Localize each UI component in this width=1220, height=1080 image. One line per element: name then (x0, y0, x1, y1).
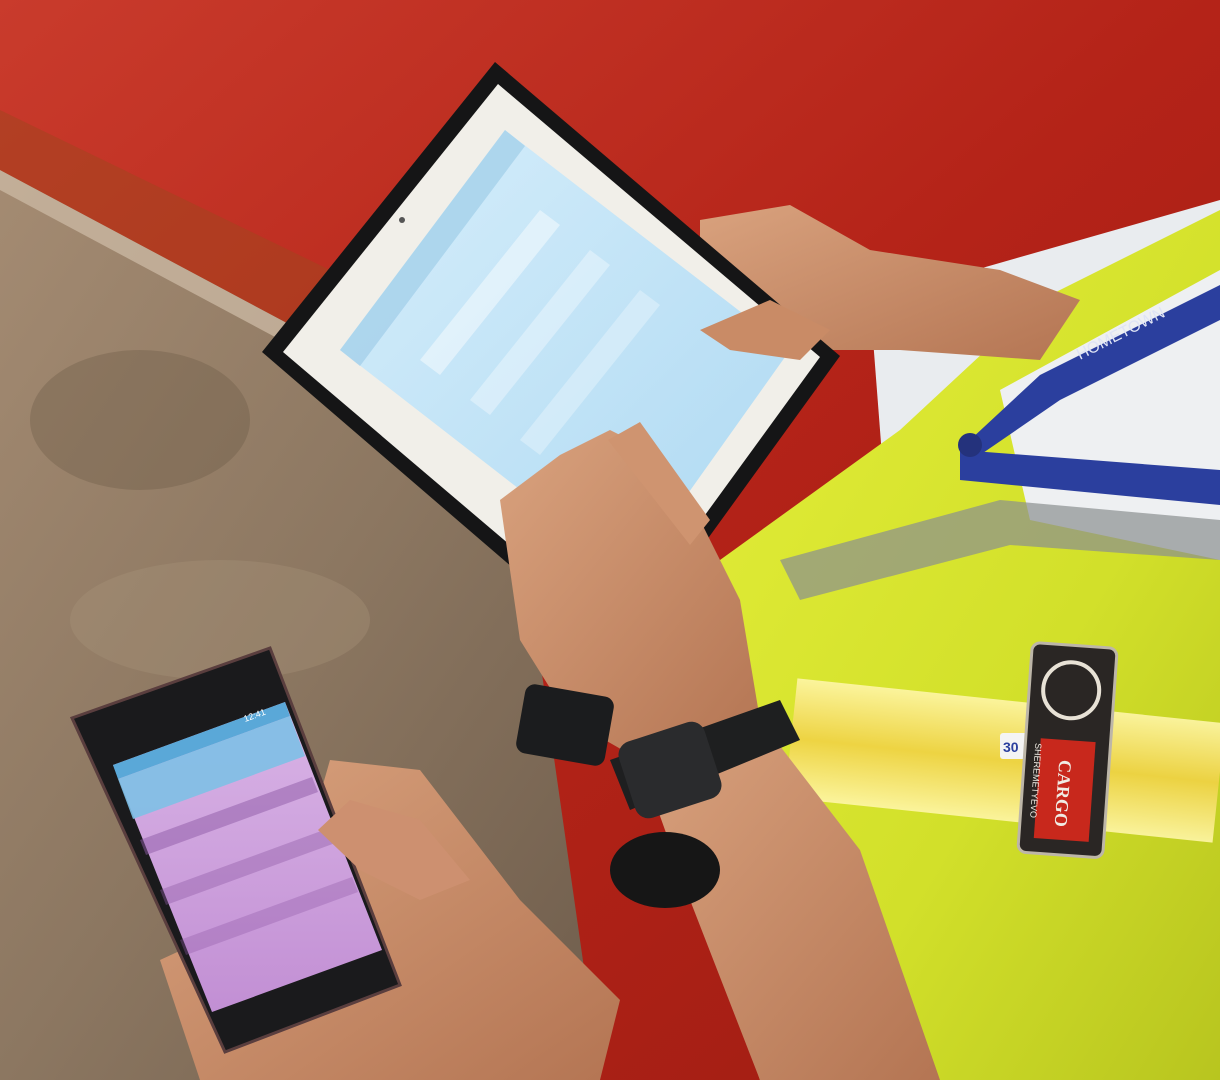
lanyard-clip (958, 433, 982, 457)
sticker-text: 30 (1003, 739, 1019, 755)
sheremetyevo-cargo-patch: SHEREMETYEVO CARGO (1016, 641, 1119, 859)
floor-stain (70, 560, 370, 680)
photo-scene: HOMETOWN 30 SHEREMETYEVO CARGO 12:41 (0, 0, 1220, 1080)
floor-stain (30, 350, 250, 490)
tablet-camera (399, 217, 405, 223)
shoe (610, 832, 720, 908)
